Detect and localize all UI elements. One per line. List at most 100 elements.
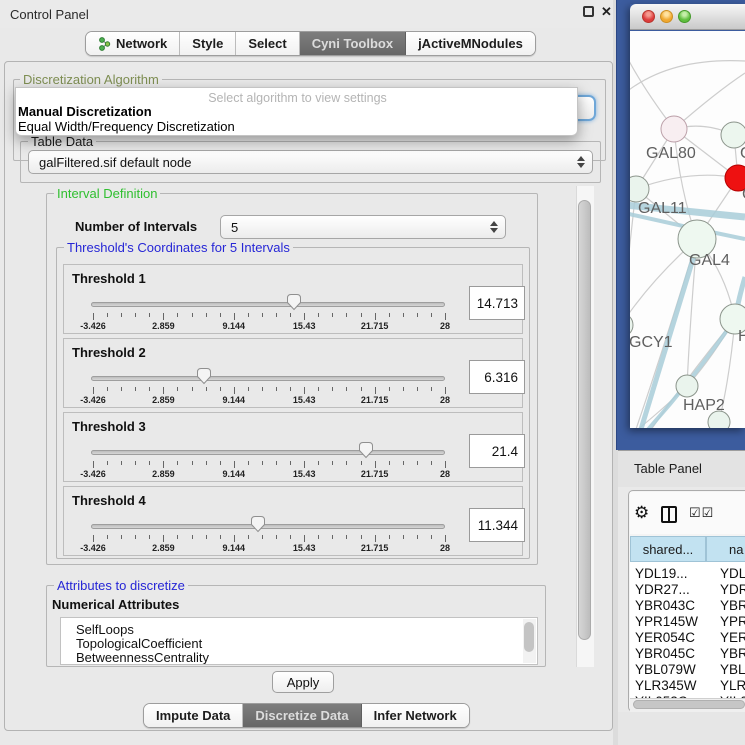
threshold-value-field[interactable]: 14.713 — [469, 286, 525, 320]
edge[interactable] — [636, 175, 738, 189]
table-cell-shared-name[interactable]: YPR145W — [635, 614, 698, 629]
scale-label: -3.426 — [71, 395, 115, 405]
threshold-slider-track[interactable] — [91, 376, 445, 381]
tick-mark — [417, 313, 418, 317]
threshold-slider-thumb[interactable] — [196, 367, 212, 385]
numerical-attributes-list[interactable]: SelfLoopsTopologicalCoefficientBetweenne… — [60, 617, 538, 665]
tab-cyni-toolbox[interactable]: Cyni Toolbox — [300, 32, 406, 55]
table-cell-name[interactable]: YBL0 — [720, 662, 745, 677]
edge[interactable] — [630, 61, 745, 93]
threshold-label: Threshold 1 — [72, 271, 146, 286]
tab-select[interactable]: Select — [236, 32, 299, 55]
tab-jactivemnodules[interactable]: jActiveMNodules — [406, 32, 535, 55]
number-of-intervals-combobox[interactable]: 5 — [220, 215, 506, 239]
scale-label: 28 — [423, 543, 467, 553]
table-cell-name[interactable]: YER0 — [720, 630, 745, 645]
zoom-traffic-light-icon[interactable] — [678, 10, 691, 23]
algorithm-option[interactable]: Equal Width/Frequency Discretization — [18, 119, 568, 134]
table-cell-shared-name[interactable]: YLR345W — [635, 678, 697, 693]
float-window-icon[interactable] — [583, 6, 594, 17]
threshold-value-field[interactable]: 6.316 — [469, 360, 525, 394]
table-cell-name[interactable]: YBR0 — [720, 646, 745, 661]
tick-mark — [149, 535, 150, 539]
tab-label: Style — [192, 36, 223, 51]
threshold-slider-track[interactable] — [91, 524, 445, 529]
thresholds-title: Threshold's Coordinates for 5 Intervals — [64, 240, 293, 255]
table-cell-shared-name[interactable]: YER054C — [635, 630, 695, 645]
tick-mark — [163, 461, 164, 468]
table-cell-shared-name[interactable]: YBR043C — [635, 598, 695, 613]
network-graph[interactable]: GAL80GCGAL11GAL4GCY1HHAP2 — [630, 31, 745, 428]
attribute-list-item[interactable]: SelfLoops — [76, 622, 134, 637]
settings-scrollbar-thumb[interactable] — [578, 200, 591, 640]
scale-label: 15.43 — [282, 321, 326, 331]
bottom-tab-discretize-data[interactable]: Discretize Data — [243, 704, 361, 727]
column-header-name[interactable]: na — [706, 536, 745, 562]
tick-mark — [121, 535, 122, 539]
minimize-traffic-light-icon[interactable] — [660, 10, 673, 23]
tick-mark — [248, 535, 249, 539]
close-icon[interactable]: ✕ — [601, 4, 612, 20]
node-HAP2[interactable] — [676, 375, 698, 397]
tick-mark — [276, 535, 277, 539]
threshold-value-field[interactable]: 11.344 — [469, 508, 525, 542]
attributes-scrollbar[interactable] — [523, 619, 536, 663]
table-hscrollbar-thumb[interactable] — [633, 700, 745, 709]
tick-mark — [375, 535, 376, 542]
control-panel-titlebar — [0, 0, 620, 28]
column-header-shared-name[interactable]: shared... — [630, 536, 706, 562]
node-GAL80[interactable] — [661, 116, 687, 142]
tick-mark — [177, 387, 178, 391]
bottom-tab-infer-network[interactable]: Infer Network — [362, 704, 469, 727]
table-cell-name[interactable]: YLR3 — [720, 678, 745, 693]
attribute-list-item[interactable]: TopologicalCoefficient — [76, 636, 202, 651]
attribute-list-item[interactable]: BetweennessCentrality — [76, 650, 209, 665]
table-cell-name[interactable]: YBR0 — [720, 598, 745, 613]
column-layout-icon[interactable] — [661, 506, 677, 523]
checkbox-icons[interactable]: ☑☑ — [689, 505, 714, 521]
threshold-label: Threshold 2 — [72, 345, 146, 360]
threshold-slider-thumb[interactable] — [358, 441, 374, 459]
tab-style[interactable]: Style — [180, 32, 236, 55]
algorithm-option[interactable]: Manual Discretization — [18, 104, 568, 119]
threshold-slider-thumb[interactable] — [250, 515, 266, 533]
scale-label: 21.715 — [353, 395, 397, 405]
bottom-tab-impute-data[interactable]: Impute Data — [144, 704, 243, 727]
edge[interactable] — [674, 73, 745, 129]
network-canvas[interactable]: GAL80GCGAL11GAL4GCY1HHAP2 — [630, 31, 745, 428]
threshold-slider-track[interactable] — [91, 302, 445, 307]
attributes-scrollbar-thumb[interactable] — [524, 622, 534, 652]
tick-mark — [318, 535, 319, 539]
table-cell-shared-name[interactable]: YBR045C — [635, 646, 695, 661]
tick-mark — [107, 461, 108, 465]
apply-button[interactable]: Apply — [272, 671, 334, 693]
threshold-value-field[interactable]: 21.4 — [469, 434, 525, 468]
tick-mark — [149, 461, 150, 465]
table-cell-name[interactable]: YPR1 — [720, 614, 745, 629]
table-cell-shared-name[interactable]: YBL079W — [635, 662, 696, 677]
tick-mark — [431, 535, 432, 539]
table-cell-name[interactable]: YDR2 — [720, 582, 745, 597]
node-table[interactable]: shared... na YDL19...YDL1YDR27...YDR2YBR… — [630, 536, 745, 698]
number-of-intervals-label: Number of Intervals — [75, 219, 197, 234]
tick-mark — [276, 313, 277, 317]
table-cell-name[interactable]: YDL1 — [720, 566, 745, 581]
threshold-slider-track[interactable] — [91, 450, 445, 455]
table-data-combobox[interactable]: galFiltered.sif default node — [28, 150, 593, 174]
close-traffic-light-icon[interactable] — [642, 10, 655, 23]
tick-mark — [417, 535, 418, 539]
tick-mark — [220, 461, 221, 465]
tab-network[interactable]: Network — [86, 32, 180, 55]
threshold-panel: Threshold 1-3.4262.8599.14415.4321.71528… — [63, 264, 523, 334]
scale-label: -3.426 — [71, 469, 115, 479]
tick-mark — [262, 313, 263, 317]
gear-icon[interactable]: ⚙ — [634, 503, 649, 523]
tick-mark — [276, 387, 277, 391]
table-cell-shared-name[interactable]: YDR27... — [635, 582, 690, 597]
tick-mark — [234, 387, 235, 394]
tick-mark — [220, 387, 221, 391]
threshold-slider-thumb[interactable] — [286, 293, 302, 311]
table-cell-shared-name[interactable]: YDL19... — [635, 566, 688, 581]
tick-mark — [192, 535, 193, 539]
node-GAL11[interactable] — [630, 176, 649, 202]
